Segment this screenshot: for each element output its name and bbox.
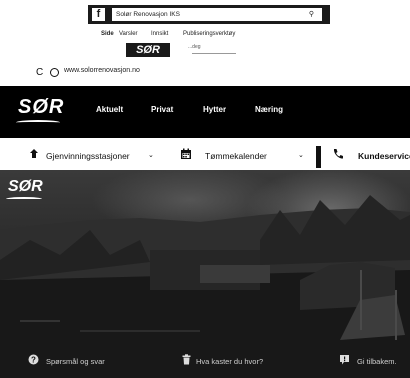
search-icon[interactable]: ⚲ bbox=[309, 8, 314, 21]
quick-link-kundeservice[interactable]: Kundeservice bbox=[358, 151, 410, 161]
facebook-search-input[interactable]: Solør Renovasjon IKS ⚲ bbox=[112, 8, 322, 21]
nav-privat[interactable]: Privat bbox=[151, 105, 173, 114]
hero-link-feedback[interactable]: Gi tilbakem. bbox=[357, 357, 397, 366]
website: SØR Aktuelt Privat Hytter Næring Gjenvin… bbox=[0, 86, 410, 378]
facebook-logo-icon[interactable]: f bbox=[92, 8, 105, 21]
hero-banner: SØR ? Spørsmål og svar Hva kaster du hvo… bbox=[0, 170, 410, 378]
quick-link-gjenvinningsstasjoner[interactable]: Gjenvinningsstasjoner bbox=[46, 151, 130, 161]
feedback-icon bbox=[340, 355, 349, 365]
hero-actions: ? Spørsmål og svar Hva kaster du hvor? G… bbox=[0, 348, 410, 378]
cover-divider bbox=[192, 53, 236, 54]
phone-icon bbox=[333, 149, 343, 159]
hero-image bbox=[0, 170, 410, 378]
svg-text:?: ? bbox=[31, 355, 36, 364]
nav-naering[interactable]: Næring bbox=[255, 105, 283, 114]
site-logo-text: SØR bbox=[18, 96, 65, 118]
facebook-header: f Solør Renovasjon IKS ⚲ bbox=[88, 5, 330, 24]
site-info-icon[interactable] bbox=[50, 68, 59, 77]
question-icon: ? bbox=[28, 354, 39, 365]
quick-divider bbox=[316, 146, 321, 168]
trash-icon bbox=[182, 354, 191, 365]
cover-logo: SØR bbox=[126, 43, 170, 57]
reload-icon[interactable]: C bbox=[36, 67, 43, 78]
hero-link-sorting[interactable]: Hva kaster du hvor? bbox=[196, 357, 263, 366]
cover-small-text: ...deg bbox=[188, 44, 201, 50]
nav-hytter[interactable]: Hytter bbox=[203, 105, 226, 114]
url-text[interactable]: www.solorrenovasjon.no bbox=[64, 67, 140, 74]
main-nav: SØR Aktuelt Privat Hytter Næring bbox=[0, 86, 410, 138]
chevron-down-icon[interactable]: ⌄ bbox=[298, 151, 304, 159]
site-logo[interactable]: SØR bbox=[16, 96, 65, 122]
tab-publiseringsverktoy[interactable]: Publiseringsverktøy bbox=[183, 31, 235, 37]
chevron-down-icon[interactable]: ⌄ bbox=[148, 151, 154, 159]
tab-innsikt[interactable]: Innsikt bbox=[151, 31, 168, 37]
facebook-page-bar: f Solør Renovasjon IKS ⚲ Side Varsler In… bbox=[0, 0, 410, 62]
nav-aktuelt[interactable]: Aktuelt bbox=[96, 105, 123, 114]
tab-varsler[interactable]: Varsler bbox=[119, 31, 138, 37]
calendar-icon bbox=[181, 148, 191, 159]
hero-link-faq[interactable]: Spørsmål og svar bbox=[46, 357, 105, 366]
logo-swoosh bbox=[16, 120, 60, 125]
quick-link-tommekalender[interactable]: Tømmekalender bbox=[205, 151, 267, 161]
browser-url-bar: C www.solorrenovasjon.no bbox=[0, 64, 410, 82]
recycle-icon bbox=[30, 149, 38, 158]
hero-scene-graphic bbox=[0, 195, 410, 378]
tab-side[interactable]: Side bbox=[101, 31, 114, 37]
facebook-search-value: Solør Renovasjon IKS bbox=[116, 11, 180, 18]
hero-logo-swoosh bbox=[6, 197, 42, 201]
facebook-cover-fragment: SØR ...deg bbox=[126, 43, 236, 57]
hero-logo-text: SØR bbox=[8, 178, 43, 195]
hero-logo: SØR bbox=[6, 178, 43, 199]
